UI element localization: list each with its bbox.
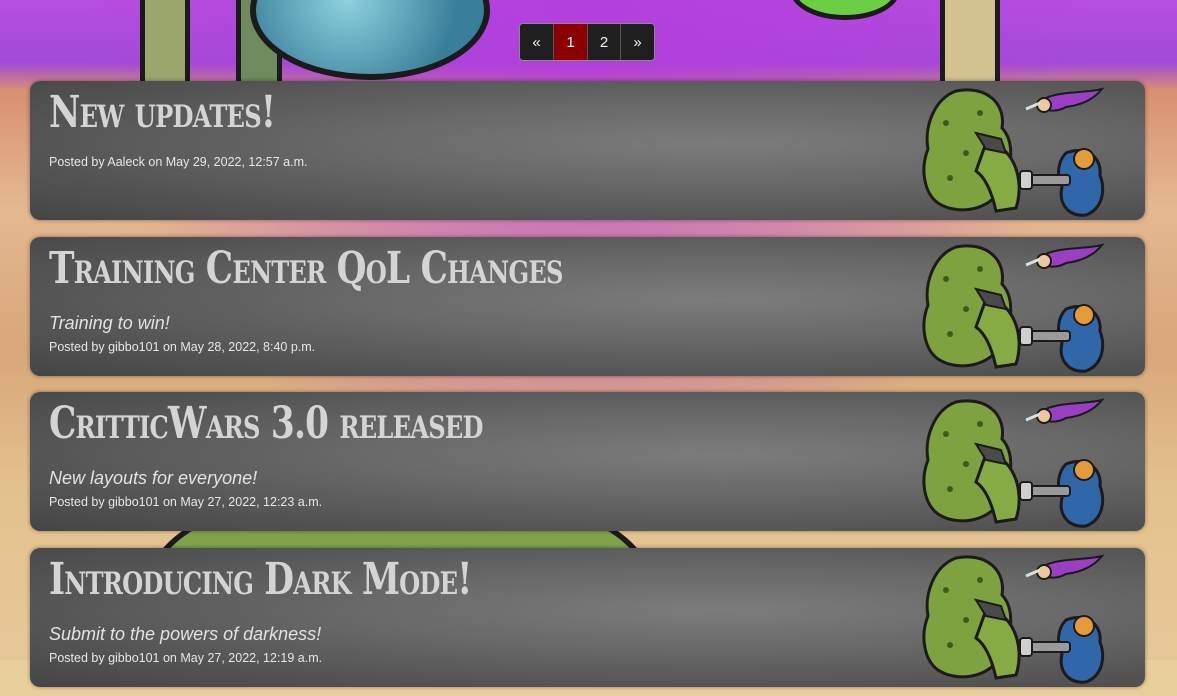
background-art (790, 0, 900, 20)
background-art (140, 0, 190, 90)
post-thumbnail-image (916, 550, 1111, 686)
post-meta: Posted by gibbo101 on May 28, 2022, 8:40… (49, 340, 316, 354)
news-post-card[interactable]: CritticWars 3.0 released New layouts for… (30, 392, 1145, 531)
post-meta: Posted by Aaleck on May 29, 2022, 12:57 … (49, 155, 308, 169)
post-thumbnail-image (916, 83, 1111, 219)
news-post-card[interactable]: Introducing Dark Mode! Submit to the pow… (30, 548, 1145, 687)
post-title[interactable]: Introducing Dark Mode! (49, 554, 472, 605)
post-subtitle: Training to win! (49, 313, 170, 333)
page-2-button[interactable]: 2 (588, 24, 621, 60)
news-post-card[interactable]: Training Center QoL Changes Training to … (30, 237, 1145, 376)
post-meta: Posted by gibbo101 on May 27, 2022, 12:1… (49, 651, 323, 665)
page-1-button[interactable]: 1 (554, 24, 588, 60)
post-subtitle: Submit to the powers of darkness! (49, 624, 322, 644)
pagination: « 1 2 » (519, 23, 655, 61)
post-thumbnail-image (916, 394, 1111, 530)
post-subtitle: New layouts for everyone! (49, 468, 258, 488)
post-title[interactable]: Training Center QoL Changes (49, 243, 563, 294)
post-thumbnail-image (916, 239, 1111, 375)
background-art (250, 0, 490, 80)
post-title[interactable]: CritticWars 3.0 released (49, 398, 484, 449)
prev-page-button[interactable]: « (520, 24, 554, 60)
post-meta: Posted by gibbo101 on May 27, 2022, 12:2… (49, 495, 323, 509)
news-post-card[interactable]: New updates! Posted by Aaleck on May 29,… (30, 81, 1145, 220)
background-art (940, 0, 1000, 90)
post-title[interactable]: New updates! (49, 87, 276, 138)
next-page-button[interactable]: » (621, 24, 654, 60)
